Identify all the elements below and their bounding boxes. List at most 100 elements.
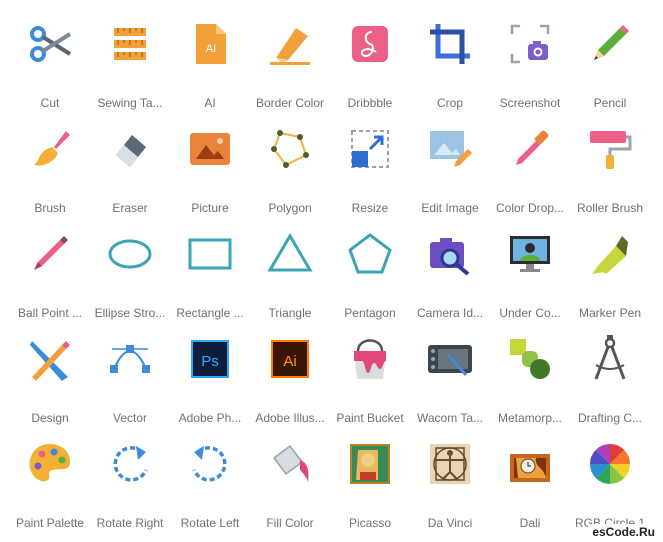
icon-label: Ball Point ... [17,306,83,320]
icon-label: Eraser [112,201,148,215]
drafting-compass-icon [586,335,634,383]
icon-tile-crop[interactable]: Crop [410,12,490,117]
dribbble-icon [346,20,394,68]
rotate-left-icon [186,440,234,488]
camera-identification-icon [426,230,474,278]
icon-label: Picasso [348,516,392,530]
icon-label: Cut [40,96,60,110]
icon-label: Picture [191,201,229,215]
icon-tile-paint-bucket[interactable]: Paint Bucket [330,327,410,432]
icon-label: Edit Image [421,201,479,215]
tape-measure-icon [106,20,154,68]
icon-tile-sewing-ta[interactable]: Sewing Ta... [90,12,170,117]
icon-tile-triangle[interactable]: Triangle [250,222,330,327]
da-vinci-icon [426,440,474,488]
icon-tile-marker-pen[interactable]: Marker Pen [570,222,650,327]
vector-icon [106,335,154,383]
icon-tile-border-color[interactable]: Border Color [250,12,330,117]
icon-label: Polygon [268,201,312,215]
icon-tile-under-co[interactable]: Under Co... [490,222,570,327]
color-dropper-icon [506,125,554,173]
icon-tile-paint-palette[interactable]: Paint Palette [10,432,90,537]
icon-tile-brush[interactable]: Brush [10,117,90,222]
icon-tile-cut[interactable]: Cut [10,12,90,117]
icon-label: Rotate Left [180,516,240,530]
icon-label: Vector [112,411,148,425]
icon-label: AI [204,96,216,110]
picture-icon [186,125,234,173]
roller-brush-icon [586,125,634,173]
icon-tile-metamorp[interactable]: Metamorp... [490,327,570,432]
scissors-icon [26,20,74,68]
icon-label: Adobe Illus... [255,411,325,425]
icon-tile-roller-brush[interactable]: Roller Brush [570,117,650,222]
icon-label: Rotate Right [96,516,164,530]
icon-tile-adobe-illus[interactable]: Ai Adobe Illus... [250,327,330,432]
resize-icon [346,125,394,173]
icon-label: Dali [519,516,541,530]
icon-tile-wacom-ta[interactable]: Wacom Ta... [410,327,490,432]
icon-tile-ellipse-stro[interactable]: Ellipse Stro... [90,222,170,327]
icon-label: Roller Brush [576,201,644,215]
icon-tile-eraser[interactable]: Eraser [90,117,170,222]
icon-tile-resize[interactable]: Resize [330,117,410,222]
paint-bucket-icon [346,335,394,383]
metamorphose-icon [506,335,554,383]
icon-tile-screenshot[interactable]: Screenshot [490,12,570,117]
icon-tile-ai[interactable]: AI AI [170,12,250,117]
under-computer-icon [506,230,554,278]
ball-point-pen-icon [26,230,74,278]
icon-tile-polygon[interactable]: Polygon [250,117,330,222]
icon-tile-pencil[interactable]: Pencil [570,12,650,117]
icon-tile-rotate-left[interactable]: Rotate Left [170,432,250,537]
icon-tile-dribbble[interactable]: Dribbble [330,12,410,117]
icon-label: Resize [351,201,389,215]
icon-tile-ball-point[interactable]: Ball Point ... [10,222,90,327]
icon-tile-color-drop[interactable]: Color Drop... [490,117,570,222]
dali-icon [506,440,554,488]
icon-tile-drafting-c[interactable]: Drafting C... [570,327,650,432]
icon-tile-rectangle[interactable]: Rectangle ... [170,222,250,327]
svg-text:Ps: Ps [201,353,219,370]
icon-tile-picasso[interactable]: Picasso [330,432,410,537]
design-icon [26,335,74,383]
adobe-illustrator-icon: Ai [266,335,314,383]
rgb-circle-icon [586,440,634,488]
icon-tile-fill-color[interactable]: Fill Color [250,432,330,537]
wacom-tablet-icon [426,335,474,383]
icon-label: Pencil [593,96,627,110]
icon-tile-edit-image[interactable]: Edit Image [410,117,490,222]
icon-tile-rgb-circle-1[interactable]: RGB Circle 1 [570,432,650,537]
icon-tile-vector[interactable]: Vector [90,327,170,432]
icon-label: Fill Color [266,516,314,530]
icon-tile-camera-id[interactable]: Camera Id... [410,222,490,327]
icon-label: Brush [34,201,66,215]
crop-icon [426,20,474,68]
icon-tile-design[interactable]: Design [10,327,90,432]
icon-label: Border Color [255,96,325,110]
icon-label: Wacom Ta... [416,411,484,425]
icon-label: Drafting C... [577,411,643,425]
icon-label: Adobe Ph... [178,411,242,425]
icon-label: Screenshot [499,96,561,110]
svg-text:Ai: Ai [283,353,296,370]
triangle-stroke-icon [266,230,314,278]
icon-tile-rotate-right[interactable]: Rotate Right [90,432,170,537]
icon-label: Da Vinci [427,516,473,530]
watermark: esCode.Ru [588,524,659,540]
icon-label: Triangle [268,306,312,320]
paint-palette-icon [26,440,74,488]
screenshot-icon [506,20,554,68]
icon-tile-dali[interactable]: Dali [490,432,570,537]
icon-tile-picture[interactable]: Picture [170,117,250,222]
border-color-icon [266,20,314,68]
icon-label: Paint Palette [15,516,85,530]
pencil-icon [586,20,634,68]
rectangle-stroke-icon [186,230,234,278]
icon-label: Sewing Ta... [97,96,163,110]
icon-tile-da-vinci[interactable]: Da Vinci [410,432,490,537]
icon-tile-adobe-ph[interactable]: Ps Adobe Ph... [170,327,250,432]
icon-label: Metamorp... [497,411,563,425]
icon-tile-pentagon[interactable]: Pentagon [330,222,410,327]
brush-icon [26,125,74,173]
